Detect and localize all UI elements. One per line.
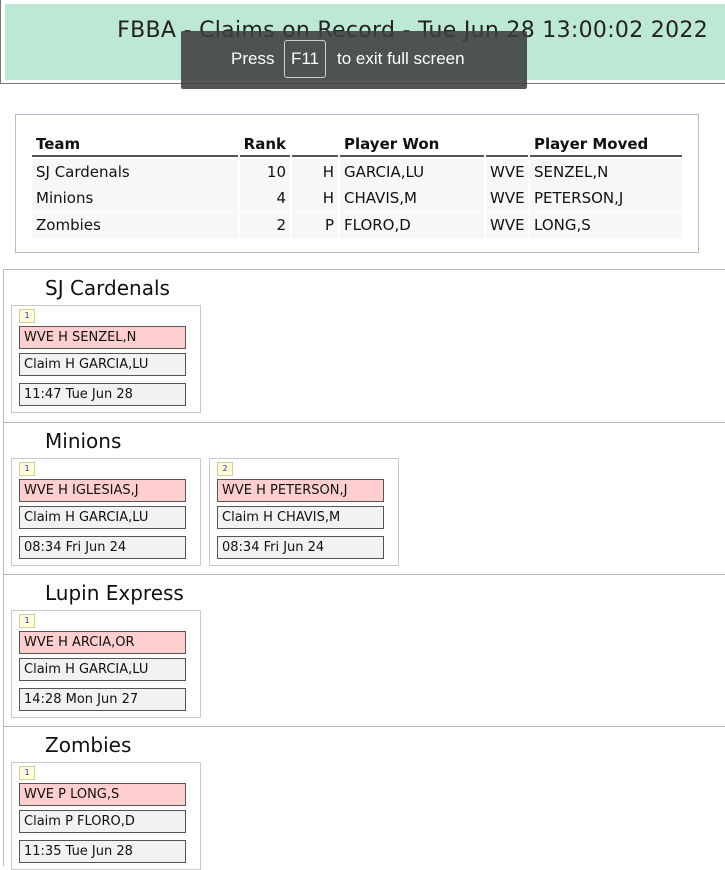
claim-add-player: Claim P FLORO,D <box>19 810 186 833</box>
summary-pos: P <box>292 212 338 238</box>
col-type-header <box>486 131 528 157</box>
fullscreen-notice: Press F11 to exit full screen <box>181 31 527 89</box>
team-section-zombies: Zombies 1 WVE P LONG,S Claim P FLORO,D 1… <box>3 726 725 870</box>
summary-team: Minions <box>32 185 238 211</box>
claim-number-badge: 1 <box>19 766 35 780</box>
col-rank-header: Rank <box>240 131 290 157</box>
claim-drop-player: WVE H IGLESIAS,J <box>19 479 186 502</box>
claim-timestamp: 11:35 Tue Jun 28 <box>19 840 186 863</box>
team-name: Minions <box>45 429 122 453</box>
summary-header-row: Team Rank Player Won Player Moved <box>32 131 700 157</box>
claim-add-player: Claim H GARCIA,LU <box>19 658 186 681</box>
claim-card: 1 WVE H SENZEL,N Claim H GARCIA,LU 11:47… <box>11 305 201 413</box>
claim-timestamp: 08:34 Fri Jun 24 <box>19 536 186 559</box>
claim-number-badge: 1 <box>19 462 35 476</box>
team-name: SJ Cardenals <box>45 276 170 300</box>
claim-timestamp: 08:34 Fri Jun 24 <box>217 536 384 559</box>
summary-player-moved: SENZEL,N <box>530 159 682 185</box>
claim-add-player: Claim H GARCIA,LU <box>19 506 186 529</box>
summary-rank: 10 <box>240 159 290 185</box>
col-player-won-header: Player Won <box>340 131 484 157</box>
summary-type: WVE <box>486 159 528 185</box>
summary-player-won: GARCIA,LU <box>340 159 484 185</box>
claim-timestamp: 14:28 Mon Jun 27 <box>19 688 186 711</box>
claim-card: 1 WVE P LONG,S Claim P FLORO,D 11:35 Tue… <box>11 762 201 870</box>
summary-player-moved: LONG,S <box>530 212 682 238</box>
summary-team: SJ Cardenals <box>32 159 238 185</box>
team-section-lupin-express: Lupin Express 1 WVE H ARCIA,OR Claim H G… <box>3 574 725 726</box>
claim-add-player: Claim H CHAVIS,M <box>217 506 384 529</box>
claim-number-badge: 2 <box>217 462 233 476</box>
claim-timestamp: 11:47 Tue Jun 28 <box>19 383 186 406</box>
team-name: Lupin Express <box>45 581 184 605</box>
team-section-minions: Minions 1 WVE H IGLESIAS,J Claim H GARCI… <box>3 422 725 574</box>
claim-drop-player: WVE H SENZEL,N <box>19 326 186 349</box>
summary-row: Minions 4 H CHAVIS,M WVE PETERSON,J <box>32 185 700 211</box>
claim-drop-player: WVE P LONG,S <box>19 783 186 806</box>
summary-row: SJ Cardenals 10 H GARCIA,LU WVE SENZEL,N <box>32 159 700 185</box>
summary-pos: H <box>292 185 338 211</box>
summary-pos: H <box>292 159 338 185</box>
claim-add-player: Claim H GARCIA,LU <box>19 353 186 376</box>
fullscreen-notice-press: Press <box>231 49 275 68</box>
claim-number-badge: 1 <box>19 614 35 628</box>
col-pos-header <box>292 131 338 157</box>
summary-player-won: FLORO,D <box>340 212 484 238</box>
summary-type: WVE <box>486 212 528 238</box>
summary-rank: 2 <box>240 212 290 238</box>
claim-number-badge: 1 <box>19 309 35 323</box>
fullscreen-notice-text: to exit full screen <box>337 49 465 68</box>
summary-type: WVE <box>486 185 528 211</box>
claim-card: 1 WVE H IGLESIAS,J Claim H GARCIA,LU 08:… <box>11 458 201 566</box>
claim-drop-player: WVE H ARCIA,OR <box>19 631 186 654</box>
summary-player-won: CHAVIS,M <box>340 185 484 211</box>
claims-summary-panel: Team Rank Player Won Player Moved SJ Car… <box>15 114 699 253</box>
claim-card: 1 WVE H ARCIA,OR Claim H GARCIA,LU 14:28… <box>11 610 201 718</box>
col-team-header: Team <box>32 131 238 157</box>
team-section-sj-cardenals: SJ Cardenals 1 WVE H SENZEL,N Claim H GA… <box>3 269 725 422</box>
team-name: Zombies <box>45 733 132 757</box>
f11-key: F11 <box>284 40 326 78</box>
claim-drop-player: WVE H PETERSON,J <box>217 479 384 502</box>
claim-card: 2 WVE H PETERSON,J Claim H CHAVIS,M 08:3… <box>209 458 399 566</box>
summary-rank: 4 <box>240 185 290 211</box>
summary-player-moved: PETERSON,J <box>530 185 682 211</box>
col-player-moved-header: Player Moved <box>530 131 682 157</box>
summary-row: Zombies 2 P FLORO,D WVE LONG,S <box>32 212 700 238</box>
summary-team: Zombies <box>32 212 238 238</box>
